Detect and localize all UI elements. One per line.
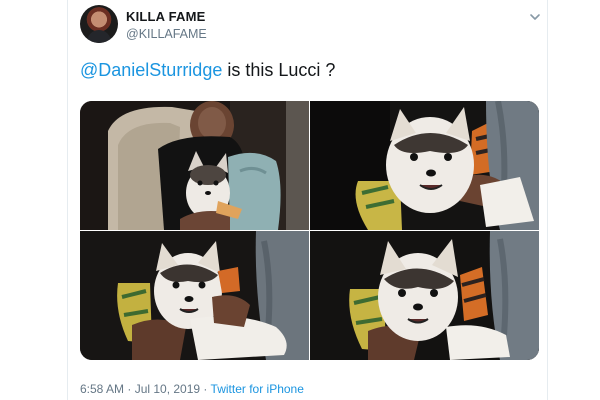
timestamp-text[interactable]: 6:58 AM · Jul 10, 2019 <box>80 382 200 396</box>
tweet-text: @DanielSturridge is this Lucci ? <box>80 60 335 81</box>
photo-2[interactable] <box>310 101 539 230</box>
avatar[interactable] <box>80 5 118 43</box>
user-handle[interactable]: @KILLAFAME <box>126 27 207 41</box>
mention-link[interactable]: @DanielSturridge <box>80 60 222 80</box>
photo-4[interactable] <box>310 231 539 360</box>
timestamp-separator: · <box>200 382 211 396</box>
photo-1[interactable] <box>80 101 309 230</box>
tweet-body: is this Lucci ? <box>222 60 336 80</box>
tweet-timestamp: 6:58 AM · Jul 10, 2019 · Twitter for iPh… <box>80 382 304 396</box>
chevron-down-icon[interactable] <box>528 10 542 24</box>
source-link[interactable]: Twitter for iPhone <box>211 382 304 396</box>
display-name[interactable]: KILLA FAME <box>126 9 206 24</box>
media-grid <box>80 101 539 360</box>
photo-3[interactable] <box>80 231 309 360</box>
tweet-card: KILLA FAME @KILLAFAME @DanielSturridge i… <box>67 0 548 400</box>
